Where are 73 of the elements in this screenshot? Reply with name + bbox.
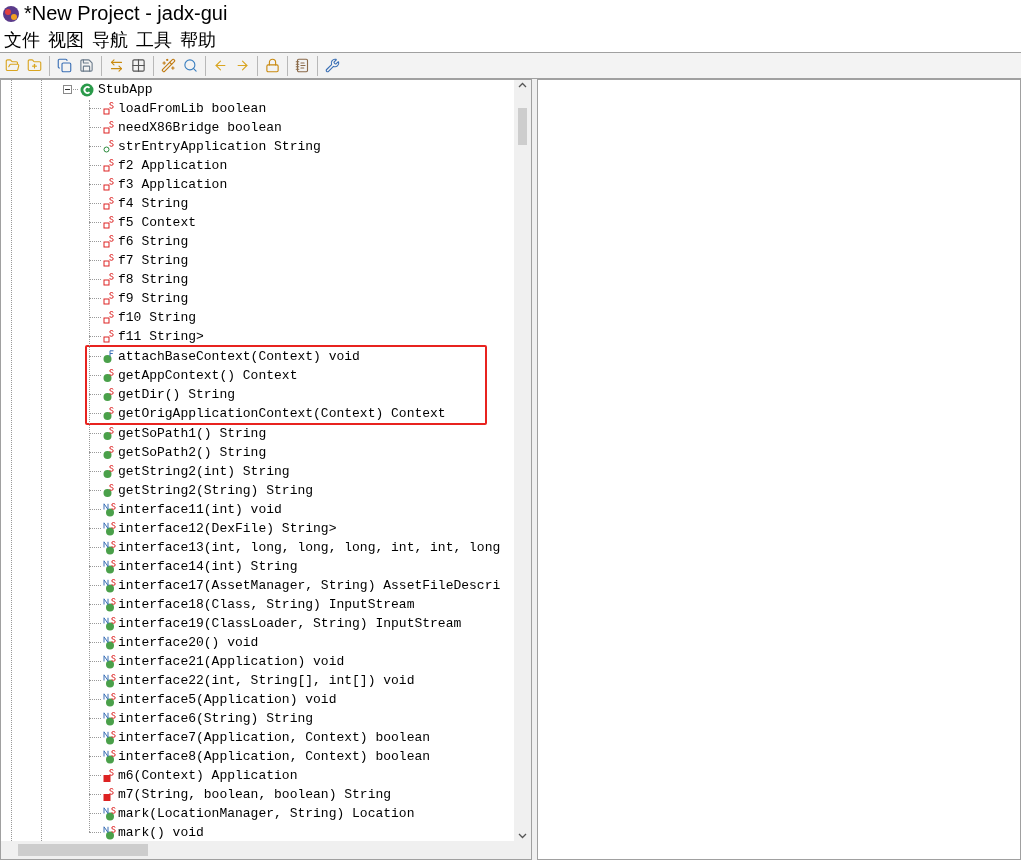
swap-arrows-icon <box>109 58 124 73</box>
tree-item[interactable]: mark() void <box>118 824 204 841</box>
wand-icon <box>161 58 176 73</box>
tree-item[interactable]: interface18(Class, String) InputStream <box>118 596 415 613</box>
tree-item[interactable]: getOrigApplicationContext(Context) Context <box>118 405 446 422</box>
tree-item[interactable]: interface12(DexFile) String> <box>118 520 337 537</box>
tree-item[interactable]: f11 String> <box>118 328 204 345</box>
window-title: *New Project - jadx-gui <box>24 2 228 25</box>
menu-item[interactable]: 帮助 <box>180 27 216 52</box>
tree-item[interactable]: f7 String <box>118 252 189 269</box>
tree-item[interactable]: getSoPath1() String <box>118 425 267 442</box>
grid-icon <box>131 58 146 73</box>
toolbar-button[interactable] <box>181 56 200 75</box>
tree-item[interactable]: interface11(int) void <box>118 501 282 518</box>
tree-item[interactable]: interface21(Application) void <box>118 653 345 670</box>
folder-plus-icon <box>27 58 42 73</box>
horizontal-scrollbar[interactable] <box>1 841 514 859</box>
copy-icon <box>57 58 72 73</box>
tree-item[interactable]: f2 Application <box>118 157 228 174</box>
toolbar-button[interactable] <box>159 56 178 75</box>
tree-item[interactable]: f6 String <box>118 233 189 250</box>
tree-item[interactable]: loadFromLib boolean <box>118 100 267 117</box>
toolbar-button[interactable] <box>77 56 96 75</box>
vertical-scrollbar[interactable] <box>514 80 531 841</box>
left-arrow-icon <box>213 58 228 73</box>
tree-item[interactable]: interface8(Application, Context) boolean <box>118 748 431 765</box>
tree-item[interactable]: attachBaseContext(Context) void <box>118 348 360 365</box>
tree-item[interactable]: f5 Context <box>118 214 196 231</box>
tree-item[interactable]: f10 String <box>118 309 196 326</box>
menu-item[interactable]: 文件 <box>4 27 40 52</box>
tree-item[interactable]: m7(String, boolean, boolean) String <box>118 786 392 803</box>
search-icon <box>183 58 198 73</box>
tree-item[interactable]: getString2(String) String <box>118 482 314 499</box>
toolbar-button[interactable] <box>55 56 74 75</box>
tree-item[interactable]: getDir() String <box>118 386 236 403</box>
folder-icon <box>5 58 20 73</box>
tree-item[interactable]: interface6(String) String <box>118 710 314 727</box>
right-arrow-icon <box>235 58 250 73</box>
app-logo-icon <box>2 4 20 23</box>
tree-item[interactable]: getSoPath2() String <box>118 444 267 461</box>
tree-item[interactable]: f8 String <box>118 271 189 288</box>
menu-item[interactable]: 视图 <box>48 27 84 52</box>
tree-item[interactable]: m6(Context) Application <box>118 767 298 784</box>
tree-item[interactable]: getString2(int) String <box>118 463 290 480</box>
tree-item[interactable]: interface17(AssetManager, String) AssetFileDescri <box>118 577 501 594</box>
tree-item[interactable]: StubApp <box>98 81 153 98</box>
tree-item[interactable]: mark(LocationManager, String) Location <box>118 805 415 822</box>
scroll-thumb[interactable] <box>18 844 148 856</box>
menu-item[interactable]: 导航 <box>92 27 128 52</box>
tree-item[interactable]: strEntryApplication String <box>118 138 321 155</box>
tree-item[interactable]: interface20() void <box>118 634 259 651</box>
collapse-toggle[interactable] <box>63 85 72 94</box>
lock-icon <box>265 58 280 73</box>
notebook-icon <box>295 58 310 73</box>
tree-item[interactable]: interface19(ClassLoader, String) InputStream <box>118 615 462 632</box>
class-icon <box>80 82 94 97</box>
menu-item[interactable]: 工具 <box>136 27 172 52</box>
wrench-icon <box>325 58 340 73</box>
minus-icon <box>64 86 71 93</box>
tree-item[interactable]: f9 String <box>118 290 189 307</box>
tree-item[interactable]: needX86Bridge boolean <box>118 119 282 136</box>
tree-item[interactable]: f4 String <box>118 195 189 212</box>
tree-item[interactable]: interface7(Application, Context) boolean <box>118 729 431 746</box>
scroll-thumb[interactable] <box>518 108 527 145</box>
toolbar-button[interactable] <box>129 56 148 75</box>
tree-item[interactable]: f3 Application <box>118 176 228 193</box>
tree-item[interactable]: interface5(Application) void <box>118 691 337 708</box>
tree-item[interactable]: interface13(int, long, long, long, int, int, long <box>118 539 501 556</box>
save-icon <box>79 58 94 73</box>
tree-item[interactable]: getAppContext() Context <box>118 367 298 384</box>
tree-item[interactable]: interface14(int) String <box>118 558 298 575</box>
toolbar-button[interactable] <box>323 56 342 75</box>
tree-item[interactable]: interface22(int, String[], int[]) void <box>118 672 415 689</box>
